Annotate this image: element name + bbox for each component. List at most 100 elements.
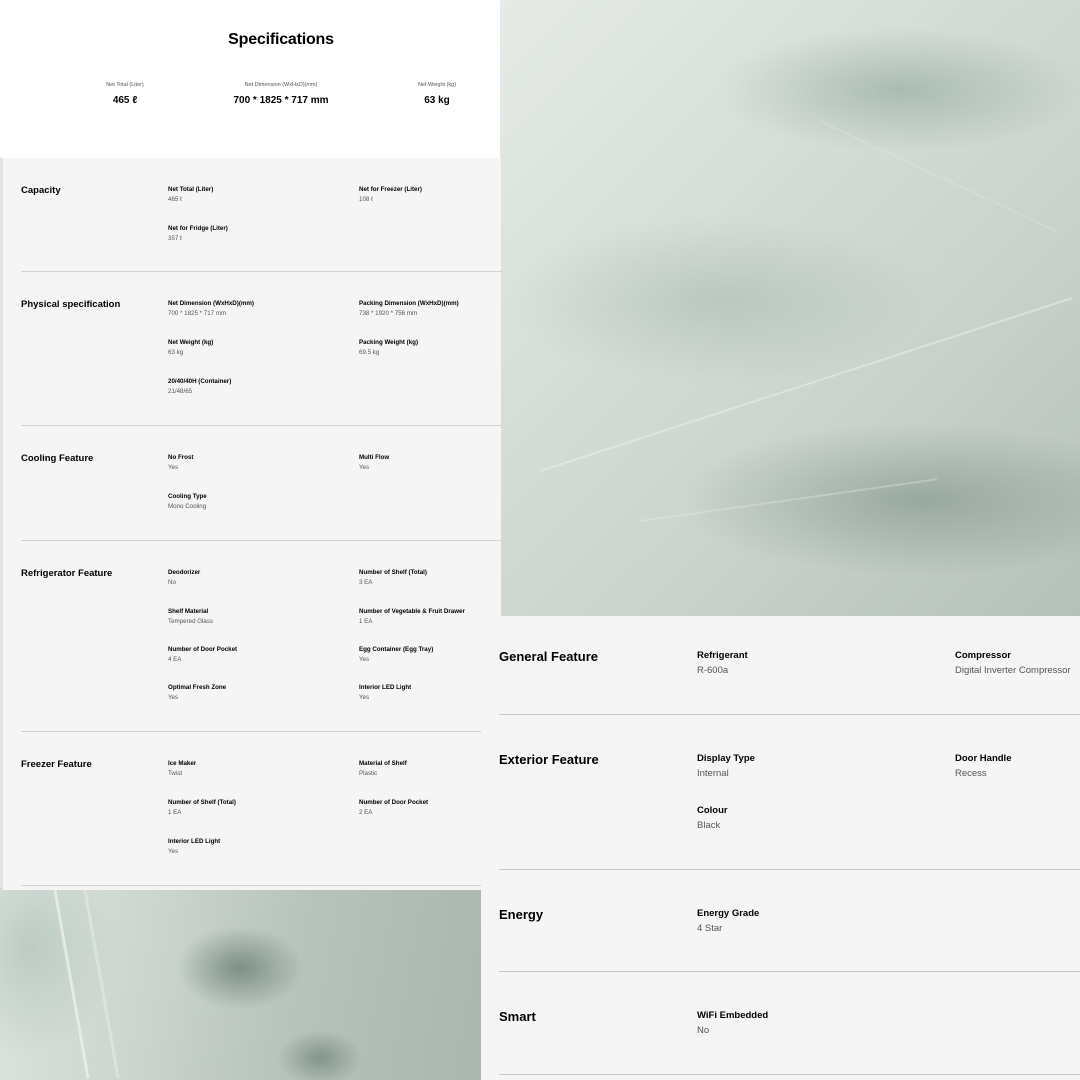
spec-label: Display Type: [697, 753, 755, 764]
spec-item: Colour Black: [697, 803, 728, 833]
spec-value: 4 Star: [697, 923, 723, 934]
leaf-background-image: [500, 0, 1080, 620]
section-title: Capacity: [21, 185, 61, 196]
spec-section-cooling: Cooling Feature No Frost Yes Multi Flow …: [21, 426, 503, 541]
spec-value: 63 kg: [168, 349, 184, 356]
spec-item: Multi Flow Yes: [359, 453, 389, 473]
spec-label: Multi Flow: [359, 454, 390, 461]
spec-item: Cooling Type Mono Cooling: [168, 492, 207, 512]
spec-value: No: [697, 1025, 710, 1036]
spec-value: 2 EA: [359, 809, 373, 816]
spec-label: Packing Dimension (WxHxD)(mm): [359, 300, 459, 307]
spec-item: Number of Shelf (Total) 1 EA: [168, 798, 236, 818]
section-title: Exterior Feature: [499, 752, 599, 767]
section-title: Cooling Feature: [21, 453, 94, 464]
spec-item: Net Total (Liter) 465 ℓ: [168, 185, 213, 205]
spec-label: Number of Shelf (Total): [359, 569, 427, 576]
spec-value: 357 ℓ: [168, 235, 183, 242]
spec-value: Twist: [168, 770, 183, 777]
spec-value: 21/48/65: [168, 388, 193, 395]
spec-section-general: General Feature Refrigerant R-600a Compr…: [499, 616, 1080, 715]
spec-label: Net Dimension (WxHxD)(mm): [168, 300, 254, 307]
spec-label: Ice Maker: [168, 760, 197, 767]
spec-label: Number of Door Pocket: [168, 646, 238, 653]
leaf-background-image-bottom: [0, 888, 482, 1080]
spec-label: Packing Weight (kg): [359, 339, 419, 346]
spec-label: Net for Freezer (Liter): [359, 186, 422, 193]
spec-item: Number of Door Pocket 4 EA: [168, 645, 237, 665]
summary-net-total: Net Total (Liter) 465 ℓ: [45, 82, 205, 106]
spec-section-physical: Physical specification Net Dimension (Wx…: [21, 272, 503, 426]
spec-item: Refrigerant R-600a: [697, 648, 748, 678]
spec-label: Compressor: [955, 650, 1011, 661]
spec-value: Black: [697, 820, 721, 831]
spec-value: Mono Cooling: [168, 503, 207, 510]
spec-label: Optimal Fresh Zone: [168, 684, 227, 691]
spec-value: Yes: [359, 656, 370, 663]
summary-label: Net Weight (kg): [417, 82, 457, 88]
spec-label: WiFi Embedded: [697, 1010, 769, 1021]
spec-label: Material of Shelf: [359, 760, 407, 767]
spec-section-energy: Energy Energy Grade 4 Star: [499, 870, 1080, 972]
section-title: Refrigerator Feature: [21, 568, 113, 579]
spec-item: No Frost Yes: [168, 453, 193, 473]
spec-section-refrigerator: Refrigerator Feature Deodorizer No Numbe…: [21, 541, 503, 732]
spec-value: 69.5 kg: [359, 349, 380, 356]
spec-item: Interior LED Light Yes: [359, 683, 411, 703]
spec-item: Packing Weight (kg) 69.5 kg: [359, 338, 418, 358]
spec-panel-right: General Feature Refrigerant R-600a Compr…: [481, 616, 1080, 1080]
summary-label: Net Dimension (WxHxD)(mm): [244, 82, 318, 88]
spec-value: 1 EA: [359, 618, 373, 625]
spec-item: Energy Grade 4 Star: [697, 906, 759, 936]
section-title: Energy: [499, 907, 544, 922]
spec-section-smart: Smart WiFi Embedded No: [499, 972, 1080, 1075]
spec-label: Number of Door Pocket: [359, 799, 429, 806]
spec-label: Net Total (Liter): [168, 186, 214, 193]
spec-label: Interior LED Light: [168, 838, 221, 845]
spec-label: No Frost: [168, 454, 194, 461]
spec-label: Number of Shelf (Total): [168, 799, 236, 806]
spec-item: Number of Door Pocket 2 EA: [359, 798, 428, 818]
spec-label: Egg Container (Egg Tray): [359, 646, 434, 653]
summary-value: 700 * 1825 * 717 mm: [233, 95, 329, 106]
spec-item: Net for Fridge (Liter) 357 ℓ: [168, 224, 228, 244]
spec-item: Number of Vegetable & Fruit Drawer 1 EA: [359, 607, 465, 627]
spec-value: 700 * 1825 * 717 mm: [168, 310, 227, 317]
spec-value: Plastic: [359, 770, 378, 777]
spec-item: Net Weight (kg) 63 kg: [168, 338, 213, 358]
spec-value: Yes: [359, 694, 370, 701]
spec-value: 738 * 1920 * 756 mm: [359, 310, 418, 317]
spec-value: 1 EA: [168, 809, 182, 816]
spec-value: Recess: [955, 768, 987, 779]
spec-value: No: [168, 579, 176, 586]
section-title: Smart: [499, 1009, 536, 1024]
spec-value: Yes: [359, 464, 370, 471]
spec-value: 108 ℓ: [359, 196, 374, 203]
spec-value: 465 ℓ: [168, 196, 183, 203]
spec-label: Door Handle: [955, 753, 1012, 764]
summary-label: Net Total (Liter): [106, 82, 144, 88]
spec-item: Display Type Internal: [697, 751, 755, 781]
spec-label: Energy Grade: [697, 908, 760, 919]
spec-label: Number of Vegetable & Fruit Drawer: [359, 608, 465, 615]
spec-panel-left: Capacity Net Total (Liter) 465 ℓ Net for…: [3, 158, 503, 890]
spec-value: Digital Inverter Compressor: [955, 665, 1071, 676]
spec-item: 20/40/40H (Container) 21/48/65: [168, 377, 231, 397]
summary-net-weight: Net Weight (kg) 63 kg: [357, 82, 517, 106]
spec-item: Number of Shelf (Total) 3 EA: [359, 568, 427, 588]
spec-value: 4 EA: [168, 656, 182, 663]
section-title: Physical specification: [21, 299, 121, 310]
summary-net-dimension: Net Dimension (WxHxD)(mm) 700 * 1825 * 7…: [201, 82, 361, 106]
spec-label: Deodorizer: [168, 569, 201, 576]
spec-label: 20/40/40H (Container): [168, 378, 232, 385]
spec-label: Colour: [697, 805, 728, 816]
page-title: Specifications: [228, 31, 334, 48]
spec-value: R-600a: [697, 665, 729, 676]
spec-item: Egg Container (Egg Tray) Yes: [359, 645, 433, 665]
spec-item: Net for Freezer (Liter) 108 ℓ: [359, 185, 422, 205]
section-title: Freezer Feature: [21, 759, 92, 770]
spec-section-freezer: Freezer Feature Ice Maker Twist Material…: [21, 732, 481, 886]
spec-item: Deodorizer No: [168, 568, 200, 588]
spec-label: Net for Fridge (Liter): [168, 225, 228, 232]
spec-value: Tempered Glass: [168, 618, 214, 625]
